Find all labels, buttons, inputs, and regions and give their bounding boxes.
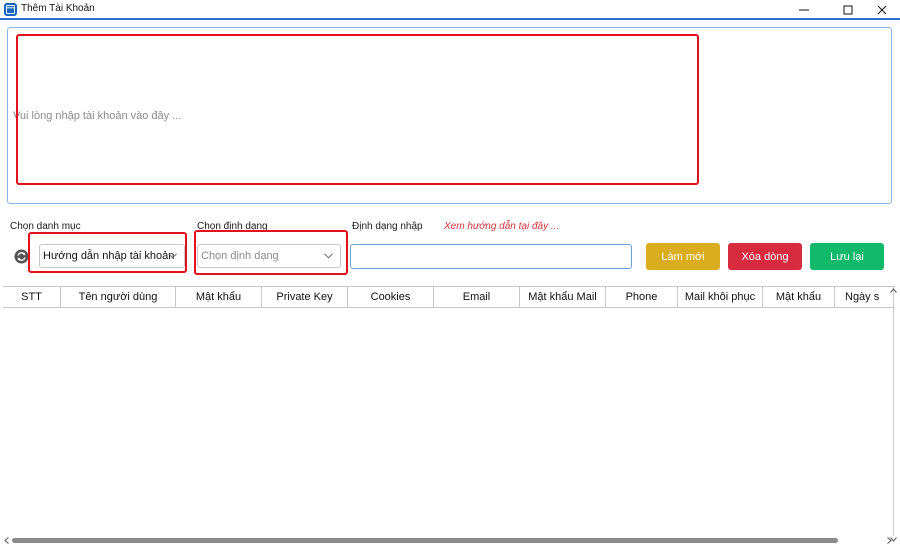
table-header: STT Tên người dùng Mật khẩu Private Key …: [3, 286, 895, 308]
column-header-private-key[interactable]: Private Key: [261, 287, 347, 307]
guide-link[interactable]: Xem hướng dẫn tại đây ...: [444, 221, 559, 232]
column-header-phone[interactable]: Phone: [605, 287, 677, 307]
column-header-recovery-mail[interactable]: Mail khôi phục: [677, 287, 762, 307]
refresh-button[interactable]: Làm mới: [646, 243, 720, 270]
category-label: Chọn danh mục: [10, 221, 81, 232]
arrow-left-icon[interactable]: [4, 537, 9, 544]
account-input-container: [7, 27, 892, 204]
chevron-down-icon: [168, 253, 177, 259]
close-button[interactable]: [864, 0, 900, 19]
minimize-icon: [799, 9, 809, 10]
horizontal-scrollbar[interactable]: [3, 535, 895, 545]
window-title: Thêm Tài Khoản: [21, 3, 95, 14]
maximize-button[interactable]: [830, 0, 866, 19]
delete-row-button[interactable]: Xóa dòng: [728, 243, 802, 270]
format-label: Chọn định dạng: [197, 221, 268, 232]
input-format-label: Định dạng nhập: [352, 221, 423, 232]
column-header-username[interactable]: Tên người dùng: [60, 287, 175, 307]
account-input[interactable]: [8, 28, 891, 203]
minimize-button[interactable]: [786, 0, 822, 19]
column-header-password[interactable]: Mật khẩu: [175, 287, 261, 307]
category-select[interactable]: Hướng dẫn nhập tài khoản: [39, 244, 185, 268]
close-icon: [877, 5, 887, 14]
arrow-up-icon[interactable]: [890, 288, 897, 293]
format-select-placeholder: Chọn định dạng: [201, 250, 279, 262]
arrow-right-icon[interactable]: [887, 537, 892, 544]
save-button[interactable]: Lưu lại: [810, 243, 884, 270]
column-header-cookies[interactable]: Cookies: [347, 287, 433, 307]
reload-icon[interactable]: [14, 249, 29, 264]
input-format-field[interactable]: [350, 244, 632, 269]
column-header-mail-password[interactable]: Mật khẩu Mail: [519, 287, 605, 307]
chevron-down-icon: [324, 253, 333, 259]
table-body: [3, 308, 895, 534]
column-header-date[interactable]: Ngày s: [834, 287, 895, 307]
column-header-email[interactable]: Email: [433, 287, 519, 307]
format-select[interactable]: Chọn định dạng: [197, 244, 341, 268]
column-header-password-2[interactable]: Mật khẩu: [762, 287, 834, 307]
web-window-icon: [4, 3, 17, 16]
horizontal-scrollbar-thumb[interactable]: [12, 538, 838, 543]
column-header-stt[interactable]: STT: [3, 287, 60, 307]
maximize-icon: [843, 5, 853, 14]
category-select-value: Hướng dẫn nhập tài khoản: [43, 250, 175, 262]
vertical-scrollbar-track: [893, 286, 894, 536]
vertical-scrollbar[interactable]: [890, 286, 900, 550]
title-bar: Thêm Tài Khoản: [0, 0, 900, 20]
